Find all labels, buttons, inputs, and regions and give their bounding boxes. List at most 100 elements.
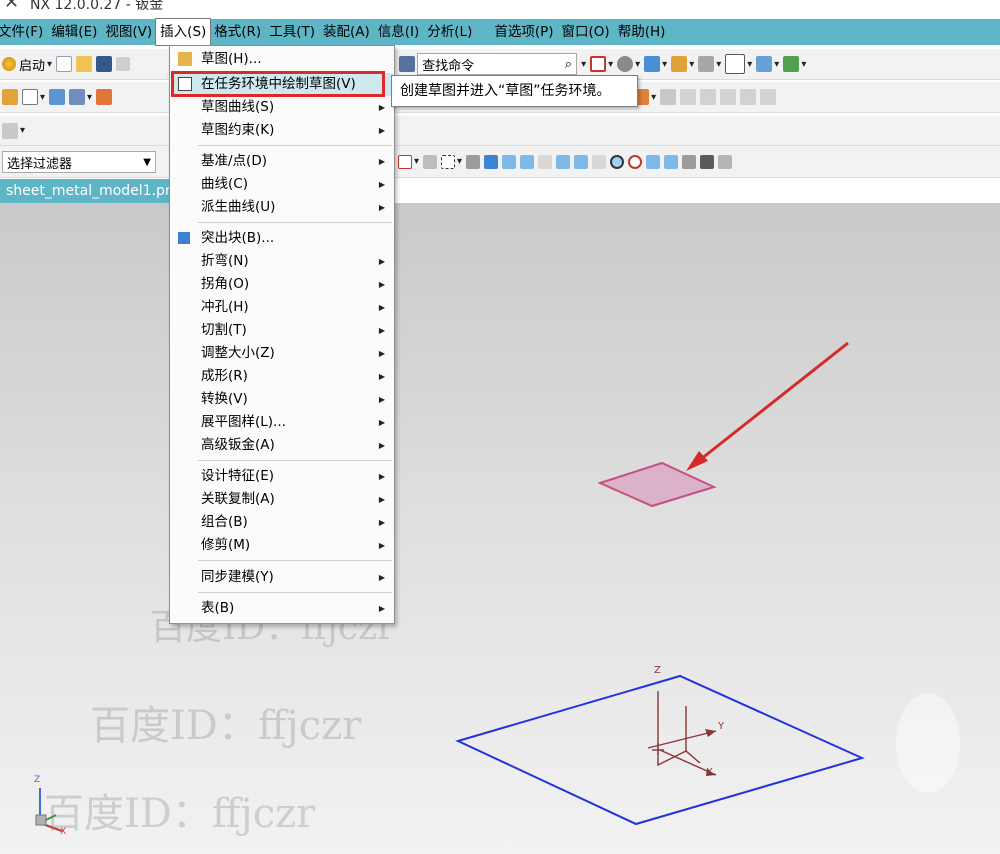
- menu-item-tab[interactable]: 突出块(B)...: [171, 227, 393, 250]
- menu-assembly[interactable]: 装配(A): [319, 19, 374, 45]
- cut-button[interactable]: [116, 53, 131, 75]
- snap-end-button[interactable]: [502, 151, 517, 173]
- point-tool-button[interactable]: [423, 151, 438, 173]
- utility-button[interactable]: [2, 120, 25, 142]
- menu-item-trim[interactable]: 修剪(M) ▶: [171, 534, 393, 557]
- solid-filter-button[interactable]: [484, 151, 499, 173]
- snap-line-button[interactable]: [664, 151, 679, 173]
- sketch-icon: [2, 89, 18, 105]
- selection-filter-select[interactable]: 选择过滤器 ▼: [2, 151, 156, 173]
- triad-z-label: Z: [34, 775, 41, 785]
- menu-window[interactable]: 窗口(O): [558, 19, 614, 45]
- save-button[interactable]: [96, 53, 113, 75]
- cube-icon: [644, 56, 661, 72]
- start-button[interactable]: 启动: [2, 53, 52, 75]
- open-folder-button[interactable]: [76, 53, 93, 75]
- menu-separator: [198, 592, 392, 593]
- menu-item-label: 冲孔(H): [201, 299, 249, 315]
- gray-tool-5-button[interactable]: [760, 86, 777, 108]
- menu-help[interactable]: 帮助(H): [614, 19, 670, 45]
- menu-item-label: 展平图样(L)...: [201, 414, 286, 430]
- menu-item-label: 关联复制(A): [201, 491, 275, 507]
- sketch-tool-button[interactable]: [2, 86, 18, 108]
- submenu-arrow-icon: ▶: [378, 395, 385, 404]
- snap-point-button[interactable]: [398, 151, 419, 173]
- menu-item-synchronous-modeling[interactable]: 同步建模(Y) ▶: [171, 566, 393, 589]
- menu-preferences[interactable]: 首选项(P): [490, 19, 557, 45]
- sketch-plane[interactable]: [597, 461, 717, 508]
- snap-other-button[interactable]: [700, 151, 715, 173]
- snap-curve-button[interactable]: [556, 151, 571, 173]
- snap-center-button[interactable]: [610, 151, 625, 173]
- menu-analysis[interactable]: 分析(L): [423, 19, 476, 45]
- csys-x-label: X: [706, 767, 713, 778]
- menu-view[interactable]: 视图(V): [101, 19, 156, 45]
- contour-flange-button[interactable]: [69, 86, 92, 108]
- select-box-button[interactable]: [441, 151, 462, 173]
- menu-item-associative-copy[interactable]: 关联复制(A) ▶: [171, 488, 393, 511]
- menu-item-label: 切割(T): [201, 322, 247, 338]
- menu-item-derived-curve[interactable]: 派生曲线(U) ▶: [171, 196, 393, 219]
- menu-item-combine[interactable]: 组合(B) ▶: [171, 511, 393, 534]
- new-file-button[interactable]: [56, 53, 73, 75]
- datum-csys[interactable]: [647, 691, 717, 776]
- shaded-button[interactable]: [617, 53, 640, 75]
- document-tab[interactable]: sheet_metal_model1.prt: [0, 179, 172, 203]
- flange-button[interactable]: [49, 86, 66, 108]
- view-section-button[interactable]: [698, 53, 721, 75]
- gray-tool-4-button[interactable]: [740, 86, 757, 108]
- menu-item-corner[interactable]: 拐角(O) ▶: [171, 273, 393, 296]
- menu-item-curve[interactable]: 曲线(C) ▶: [171, 173, 393, 196]
- menu-item-form[interactable]: 成形(R) ▶: [171, 365, 393, 388]
- menu-item-flat-pattern[interactable]: 展平图样(L)... ▶: [171, 411, 393, 434]
- selection-button[interactable]: [783, 53, 806, 75]
- menu-item-punch[interactable]: 冲孔(H) ▶: [171, 296, 393, 319]
- command-search-input[interactable]: 查找命令 ⌕: [417, 53, 578, 75]
- grid-button[interactable]: [718, 151, 733, 173]
- body-filter-button[interactable]: [466, 151, 481, 173]
- menu-edit[interactable]: 编辑(E): [47, 19, 101, 45]
- search-options-dropdown[interactable]: [579, 53, 586, 75]
- menu-item-bend[interactable]: 折弯(N) ▶: [171, 250, 393, 273]
- graphics-viewport[interactable]: Z Y X Z X 百度ID：ffjczr 百度ID：ffjczr 百度ID：f…: [0, 203, 1000, 854]
- menu-insert[interactable]: 插入(S): [155, 18, 212, 46]
- menu-tools[interactable]: 工具(T): [265, 19, 319, 45]
- menu-item-design-feature[interactable]: 设计特征(E) ▶: [171, 465, 393, 488]
- gray-tool-3-button[interactable]: [720, 86, 737, 108]
- menu-item-datum-point[interactable]: 基准/点(D) ▶: [171, 150, 393, 173]
- snap-tangent-button[interactable]: [592, 151, 607, 173]
- gray-tool-1-button[interactable]: [680, 86, 697, 108]
- snap-control-button[interactable]: [538, 151, 553, 173]
- menu-item-sketch[interactable]: 草图(H)...: [171, 48, 393, 71]
- snap-quadrant-button[interactable]: [628, 151, 643, 173]
- menu-separator: [198, 222, 392, 223]
- menu-item-sketch-curve[interactable]: 草图曲线(S) ▶: [171, 96, 393, 119]
- snap-spline-button[interactable]: [574, 151, 589, 173]
- associative-copy-button[interactable]: [660, 86, 677, 108]
- info-button[interactable]: [399, 53, 416, 75]
- menu-item-convert[interactable]: 转换(V) ▶: [171, 388, 393, 411]
- snap-face-button[interactable]: [682, 151, 697, 173]
- background-button[interactable]: [725, 53, 752, 75]
- menu-item-resize[interactable]: 调整大小(Z) ▶: [171, 342, 393, 365]
- menu-item-cut[interactable]: 切割(T) ▶: [171, 319, 393, 342]
- menu-item-table[interactable]: 表(B) ▶: [171, 597, 393, 620]
- snap-mid-button[interactable]: [520, 151, 535, 173]
- menu-format[interactable]: 格式(R): [210, 19, 265, 45]
- lofted-flange-button[interactable]: [96, 86, 113, 108]
- menu-item-advanced-sheet-metal[interactable]: 高级钣金(A) ▶: [171, 434, 393, 457]
- menu-information[interactable]: 信息(I): [374, 19, 424, 45]
- menu-separator: [198, 145, 392, 146]
- tab-button[interactable]: [22, 86, 45, 108]
- gray-tool-2-button[interactable]: [700, 86, 717, 108]
- fit-view-button[interactable]: [590, 53, 613, 75]
- menu-file[interactable]: 文件(F): [0, 19, 47, 45]
- orient-view-button[interactable]: [644, 53, 667, 75]
- info-icon: [399, 56, 416, 72]
- snap-button[interactable]: [756, 53, 779, 75]
- menu-item-sketch-constraint[interactable]: 草图约束(K) ▶: [171, 119, 393, 142]
- start-label: 启动: [19, 58, 46, 74]
- layer-button[interactable]: [671, 53, 694, 75]
- menu-separator: [198, 560, 392, 561]
- snap-intersection-button[interactable]: [646, 151, 661, 173]
